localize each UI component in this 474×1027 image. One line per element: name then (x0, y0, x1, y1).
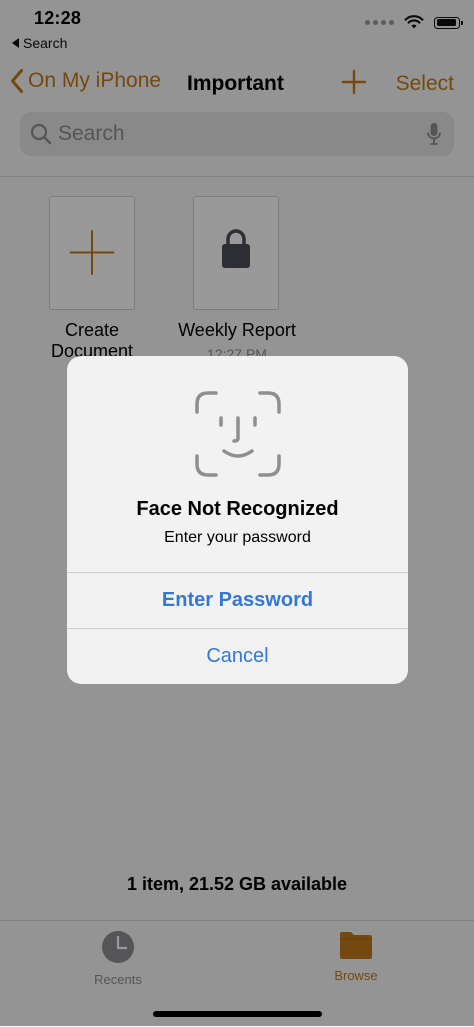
face-id-alert: Face Not Recognized Enter your password … (67, 356, 408, 684)
alert-title: Face Not Recognized (136, 498, 339, 520)
cancel-button[interactable]: Cancel (67, 628, 408, 684)
face-id-icon (195, 391, 281, 477)
alert-message: Enter your password (164, 529, 311, 546)
enter-password-button[interactable]: Enter Password (67, 572, 408, 628)
